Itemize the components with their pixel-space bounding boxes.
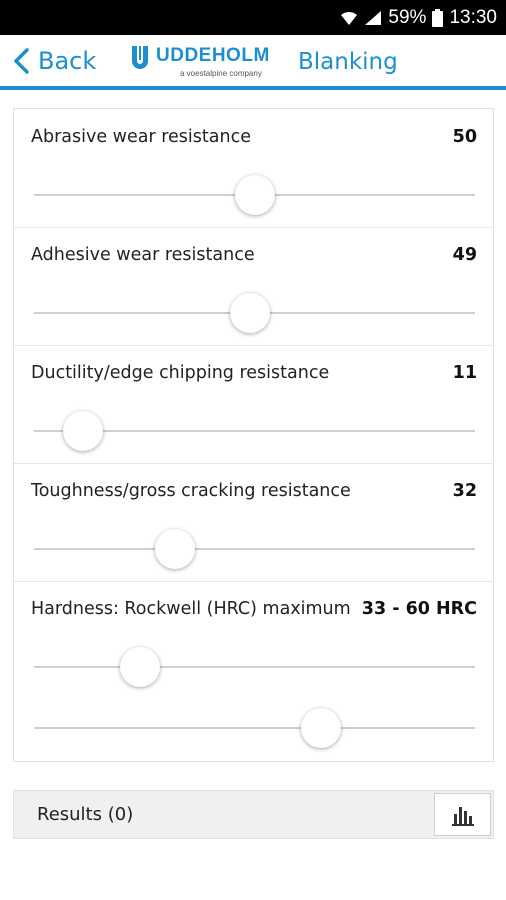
wifi-icon: [340, 10, 358, 26]
filter-value: 32: [452, 481, 477, 501]
uddeholm-logo-mark: [132, 46, 148, 69]
results-chart-button[interactable]: [434, 793, 491, 836]
filter-ductility: Ductility/edge chipping resistance 11: [14, 346, 493, 464]
filter-value: 49: [452, 245, 477, 265]
page-title: Blanking: [298, 49, 398, 75]
slider-thumb[interactable]: [230, 293, 271, 333]
slider-track-min[interactable]: [34, 666, 475, 668]
back-label: Back: [38, 47, 97, 75]
signal-icon: [364, 10, 382, 26]
battery-icon: [432, 8, 444, 27]
app-header: Back UDDEHOLM a voestalpine company Blan…: [0, 35, 506, 90]
status-bar: 59% 13:30: [0, 0, 506, 35]
chevron-left-icon: [14, 48, 29, 74]
filter-value: 33 - 60 HRC: [359, 599, 477, 619]
battery-percent: 59%: [388, 6, 427, 28]
back-button[interactable]: Back: [10, 47, 96, 75]
filter-label: Hardness: Rockwell (HRC) maximum: [31, 599, 351, 619]
filter-value: 11: [452, 363, 477, 383]
slider-thumb-min[interactable]: [119, 647, 160, 687]
filter-card: Abrasive wear resistance 50 Adhesive wea…: [13, 108, 494, 762]
filter-abrasive: Abrasive wear resistance 50: [14, 109, 493, 228]
status-time: 13:30: [449, 6, 497, 28]
filter-label: Abrasive wear resistance: [31, 127, 251, 147]
filter-label: Adhesive wear resistance: [31, 245, 255, 265]
filter-adhesive: Adhesive wear resistance 49: [14, 228, 493, 346]
slider-thumb[interactable]: [234, 175, 275, 215]
results-label[interactable]: Results (0): [37, 804, 133, 825]
filter-value: 50: [452, 127, 477, 147]
logo-tagline: a voestalpine company: [180, 69, 262, 78]
results-bar: Results (0): [13, 790, 494, 839]
filter-label: Toughness/gross cracking resistance: [31, 481, 351, 501]
slider-thumb[interactable]: [155, 529, 196, 569]
slider-thumb-max[interactable]: [300, 708, 341, 748]
bar-chart-icon: [451, 806, 474, 826]
logo-wordmark: UDDEHOLM: [156, 45, 270, 66]
filter-label: Ductility/edge chipping resistance: [31, 363, 330, 383]
slider-thumb[interactable]: [62, 411, 103, 451]
slider-track[interactable]: [34, 548, 475, 550]
slider-track-max[interactable]: [34, 727, 475, 729]
uddeholm-logo: UDDEHOLM a voestalpine company: [130, 43, 275, 81]
filter-hardness: Hardness: Rockwell (HRC) maximum 33 - 60…: [14, 582, 493, 762]
filter-toughness: Toughness/gross cracking resistance 32: [14, 464, 493, 582]
